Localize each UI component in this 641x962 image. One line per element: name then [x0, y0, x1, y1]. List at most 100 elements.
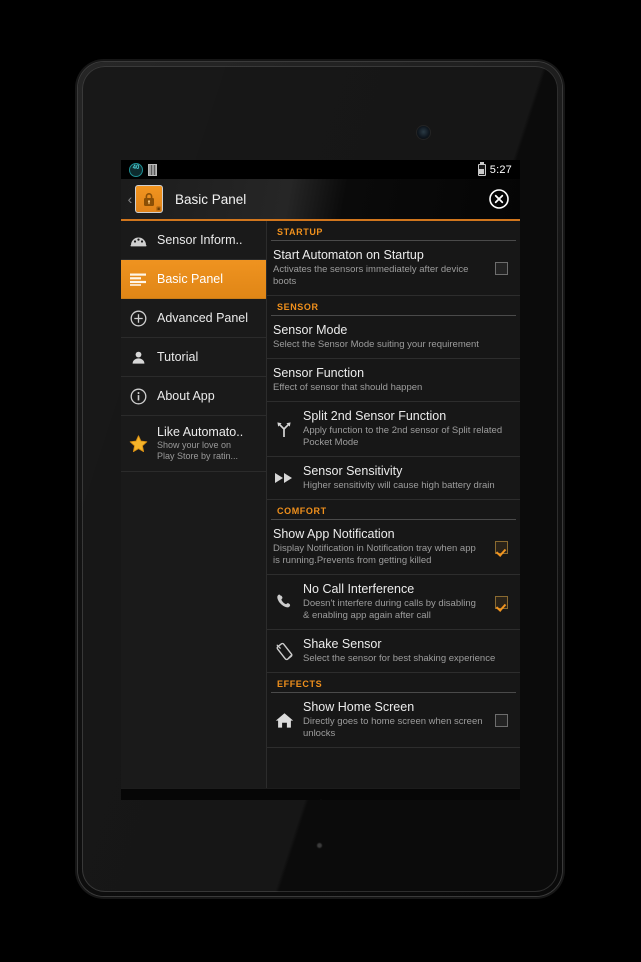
- sidebar-item-texts: Tutorial: [157, 350, 198, 365]
- battery-icon: [477, 161, 486, 176]
- pref-row-split-2nd-sensor-function[interactable]: Split 2nd Sensor Function Apply function…: [267, 402, 520, 457]
- sidebar-item-texts: About App: [157, 389, 215, 404]
- section-header-startup: STARTUP: [271, 221, 516, 241]
- sidebar-item-label: Advanced Panel: [157, 310, 249, 325]
- pref-body: Shake Sensor Select the sensor for best …: [303, 637, 512, 665]
- pref-body: Sensor Sensitivity Higher sensitivity wi…: [303, 464, 512, 492]
- pref-title: No Call Interference: [303, 582, 415, 596]
- action-bar: ‹ ▣ Basic Panel: [121, 179, 520, 221]
- notification-count-icon: 40: [129, 162, 143, 177]
- sidebar-item-advanced-panel[interactable]: Advanced Panel: [121, 299, 266, 338]
- checkbox-checked-icon[interactable]: [494, 595, 508, 609]
- plus-circle-icon: [128, 310, 148, 327]
- main-content: Sensor Inform.. Basic Panel Advanced Pan…: [121, 221, 520, 788]
- status-bar-clock: 5:27: [489, 163, 512, 176]
- pref-row-sensor-function[interactable]: Sensor Function Effect of sensor that sh…: [267, 359, 520, 402]
- pref-subtitle: Directly goes to home screen when screen…: [303, 716, 483, 739]
- status-bar-left: 40: [129, 162, 157, 177]
- section-header-sensor: SENSOR: [271, 296, 516, 316]
- pref-title: Show Home Screen: [303, 700, 415, 714]
- device-screen: 40 5:27 ‹ ▣ Basic Panel Sensor Inform.. …: [121, 160, 520, 800]
- checkbox-unchecked-icon[interactable]: [494, 261, 508, 275]
- pref-row-start-on-startup[interactable]: Start Automaton on Startup Activates the…: [267, 241, 520, 296]
- pref-body: Sensor Mode Select the Sensor Mode suiti…: [273, 323, 512, 351]
- pref-body: Sensor Function Effect of sensor that sh…: [273, 366, 512, 394]
- star-icon: [128, 434, 148, 453]
- speedometer-icon: [128, 233, 148, 247]
- status-bar: 40 5:27: [121, 160, 520, 179]
- pref-title: Show App Notification: [273, 527, 395, 541]
- person-icon: [128, 350, 148, 365]
- checkbox-checked-icon[interactable]: [494, 540, 508, 554]
- sidebar-item-sublabel: Show your love on Play Store by ratin...: [157, 440, 239, 461]
- pref-row-show-app-notification[interactable]: Show App Notification Display Notificati…: [267, 520, 520, 575]
- pref-checkbox-container[interactable]: [490, 595, 512, 609]
- pref-row-sensor-mode[interactable]: Sensor Mode Select the Sensor Mode suiti…: [267, 316, 520, 359]
- pref-body: Show Home Screen Directly goes to home s…: [303, 700, 484, 740]
- section-header-effects: EFFECTS: [271, 673, 516, 693]
- pref-title: Split 2nd Sensor Function: [303, 409, 447, 423]
- sidebar-item-about-app[interactable]: About App: [121, 377, 266, 416]
- pref-row-show-home-screen[interactable]: Show Home Screen Directly goes to home s…: [267, 693, 520, 748]
- back-arrow-icon[interactable]: [158, 798, 218, 800]
- pref-title: Sensor Sensitivity: [303, 464, 403, 478]
- pref-body: Split 2nd Sensor Function Apply function…: [303, 409, 512, 449]
- front-camera-icon: [417, 126, 430, 139]
- sidebar-item-tutorial[interactable]: Tutorial: [121, 338, 266, 377]
- back-chevron-icon[interactable]: ‹: [125, 192, 135, 206]
- pref-subtitle: Higher sensitivity will cause high batte…: [303, 480, 495, 491]
- split-arrow-icon: [271, 421, 297, 438]
- home-nav-icon[interactable]: [291, 798, 351, 800]
- status-bar-right: 5:27: [477, 161, 512, 176]
- pref-subtitle: Select the Sensor Mode suiting your requ…: [273, 339, 479, 350]
- sidebar-item-texts: Advanced Panel: [157, 311, 248, 326]
- sidebar-item-texts: Sensor Inform..: [157, 233, 242, 248]
- page-title: Basic Panel: [175, 191, 247, 207]
- pref-checkbox-container[interactable]: [490, 713, 512, 727]
- sidebar-item-like-automaton[interactable]: Like Automato.. Show your love on Play S…: [121, 416, 266, 472]
- preferences-list[interactable]: STARTUP Start Automaton on Startup Activ…: [267, 221, 520, 788]
- pref-subtitle: Display Notification in Notification tra…: [273, 543, 476, 566]
- pref-subtitle: Select the sensor for best shaking exper…: [303, 653, 496, 664]
- shake-device-icon: [271, 642, 297, 661]
- sim-card-icon: [148, 163, 157, 176]
- pref-title: Sensor Mode: [273, 323, 348, 337]
- close-circle-icon[interactable]: [488, 188, 510, 210]
- sidebar: Sensor Inform.. Basic Panel Advanced Pan…: [121, 221, 267, 788]
- sidebar-item-sensor-information[interactable]: Sensor Inform..: [121, 221, 266, 260]
- list-lines-icon: [128, 273, 148, 286]
- pref-title: Shake Sensor: [303, 637, 382, 651]
- pref-checkbox-container[interactable]: [490, 261, 512, 275]
- lock-app-icon[interactable]: ▣: [135, 185, 163, 213]
- app-icon-badge: ▣: [156, 206, 161, 212]
- pref-row-no-call-interference[interactable]: No Call Interference Doesn't interfere d…: [267, 575, 520, 630]
- pref-title: Sensor Function: [273, 366, 365, 380]
- pref-body: Show App Notification Display Notificati…: [273, 527, 484, 567]
- section-header-comfort: COMFORT: [271, 500, 516, 520]
- navigation-bar: [121, 788, 520, 800]
- pref-body: No Call Interference Doesn't interfere d…: [303, 582, 484, 622]
- sidebar-item-basic-panel[interactable]: Basic Panel: [121, 260, 266, 299]
- phone-icon: [271, 594, 297, 610]
- notification-led: [317, 843, 322, 848]
- sidebar-item-label: Basic Panel: [157, 271, 224, 286]
- pref-checkbox-container[interactable]: [490, 540, 512, 554]
- sidebar-item-label: Tutorial: [157, 349, 199, 364]
- sidebar-item-label: About App: [157, 388, 215, 403]
- pref-subtitle: Apply function to the 2nd sensor of Spli…: [303, 425, 503, 448]
- fast-forward-icon: [271, 472, 297, 484]
- screenshot-root: 40 5:27 ‹ ▣ Basic Panel Sensor Inform.. …: [0, 0, 641, 962]
- pref-body: Start Automaton on Startup Activates the…: [273, 248, 484, 288]
- info-circle-icon: [128, 388, 148, 405]
- sidebar-item-texts: Like Automato.. Show your love on Play S…: [157, 425, 243, 462]
- recent-apps-icon[interactable]: [424, 798, 484, 800]
- checkbox-unchecked-icon[interactable]: [494, 713, 508, 727]
- pref-row-shake-sensor[interactable]: Shake Sensor Select the sensor for best …: [267, 630, 520, 673]
- pref-subtitle: Activates the sensors immediately after …: [273, 264, 469, 287]
- sidebar-item-label: Sensor Inform..: [157, 232, 243, 247]
- pref-row-sensor-sensitivity[interactable]: Sensor Sensitivity Higher sensitivity wi…: [267, 457, 520, 500]
- home-icon: [271, 712, 297, 729]
- pref-subtitle: Doesn't interfere during calls by disabl…: [303, 598, 476, 621]
- sidebar-item-texts: Basic Panel: [157, 272, 223, 287]
- pref-title: Start Automaton on Startup: [273, 248, 424, 262]
